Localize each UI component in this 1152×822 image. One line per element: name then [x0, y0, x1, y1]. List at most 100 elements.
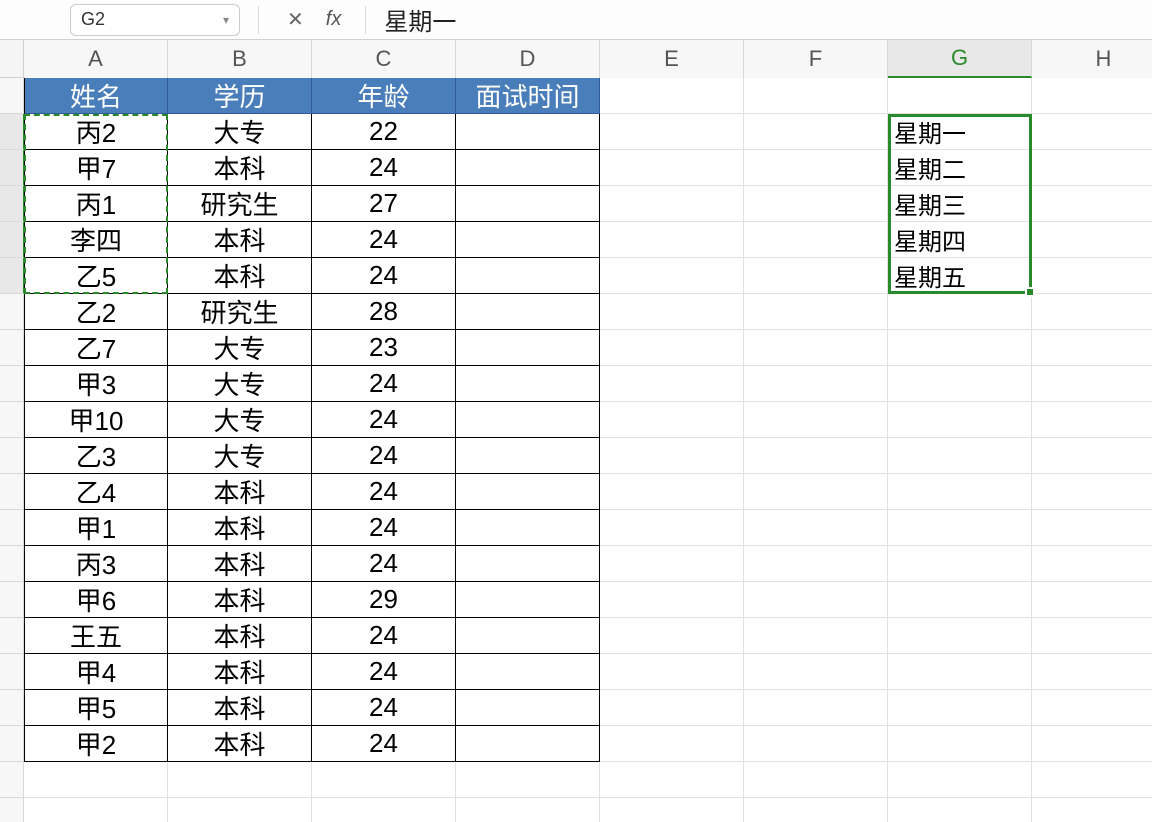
fx-label[interactable]: fx [326, 8, 342, 31]
cell[interactable] [744, 438, 888, 474]
cell[interactable] [456, 438, 600, 474]
cell[interactable]: 研究生 [168, 294, 312, 330]
row-header[interactable] [0, 330, 24, 366]
cell[interactable]: 星期五 [888, 258, 1032, 294]
cell[interactable] [1032, 438, 1152, 474]
cell[interactable]: 本科 [168, 690, 312, 726]
cell[interactable]: 大专 [168, 330, 312, 366]
cell[interactable] [1032, 258, 1152, 294]
cell[interactable] [456, 294, 600, 330]
cell[interactable] [456, 402, 600, 438]
row-header[interactable] [0, 222, 25, 258]
cell[interactable] [888, 294, 1032, 330]
cell[interactable]: 丙3 [24, 546, 168, 582]
cell[interactable] [456, 762, 600, 798]
cell[interactable] [744, 330, 888, 366]
cell[interactable] [600, 186, 744, 222]
cell[interactable] [456, 222, 600, 258]
cell[interactable] [600, 402, 744, 438]
cell[interactable]: 24 [312, 690, 456, 726]
cell[interactable]: 本科 [168, 474, 312, 510]
cell[interactable] [600, 222, 744, 258]
cell[interactable] [1032, 798, 1152, 822]
column-header[interactable]: H [1032, 40, 1152, 78]
cell[interactable] [456, 474, 600, 510]
row-header[interactable] [0, 294, 24, 330]
cell[interactable] [744, 114, 888, 150]
cell[interactable]: 甲5 [24, 690, 168, 726]
row-header[interactable] [0, 798, 24, 822]
cell[interactable] [168, 798, 312, 822]
cell[interactable] [1032, 474, 1152, 510]
cell[interactable] [1032, 330, 1152, 366]
cell[interactable] [600, 798, 744, 822]
select-all-corner[interactable] [0, 40, 24, 78]
row-header[interactable] [0, 726, 24, 762]
cell[interactable]: 24 [312, 366, 456, 402]
cell[interactable] [456, 330, 600, 366]
cell[interactable]: 乙7 [24, 330, 168, 366]
cell[interactable] [888, 798, 1032, 822]
cell[interactable]: 甲7 [24, 150, 168, 186]
cell[interactable] [1032, 618, 1152, 654]
cell[interactable] [744, 546, 888, 582]
cell[interactable]: 本科 [168, 654, 312, 690]
column-header[interactable]: B [168, 40, 312, 78]
cell[interactable]: 甲4 [24, 654, 168, 690]
cell[interactable]: 星期三 [888, 186, 1032, 222]
cell[interactable] [600, 78, 744, 114]
cell[interactable]: 学历 [168, 78, 312, 114]
cell[interactable] [456, 582, 600, 618]
cell[interactable]: 24 [312, 510, 456, 546]
cell[interactable] [888, 366, 1032, 402]
cell[interactable] [456, 186, 600, 222]
cell[interactable] [600, 690, 744, 726]
cells-area[interactable]: 姓名学历年龄面试时间丙2大专22星期一甲7本科24星期二丙1研究生27星期三李四… [24, 78, 1152, 822]
cell[interactable] [744, 726, 888, 762]
cell[interactable]: 28 [312, 294, 456, 330]
cell[interactable]: 乙5 [24, 258, 168, 294]
row-header[interactable] [0, 258, 25, 294]
cell[interactable] [1032, 186, 1152, 222]
cell[interactable] [456, 114, 600, 150]
cell[interactable]: 研究生 [168, 186, 312, 222]
row-header[interactable] [0, 474, 24, 510]
name-box[interactable]: G2 ▾ [70, 4, 240, 36]
cell[interactable]: 本科 [168, 726, 312, 762]
cell[interactable] [1032, 366, 1152, 402]
row-header[interactable] [0, 690, 24, 726]
cell[interactable] [600, 114, 744, 150]
cell[interactable] [888, 510, 1032, 546]
cell[interactable]: 甲3 [24, 366, 168, 402]
cell[interactable] [888, 654, 1032, 690]
cell[interactable] [600, 618, 744, 654]
cell[interactable] [456, 618, 600, 654]
cell[interactable]: 乙4 [24, 474, 168, 510]
row-header[interactable] [0, 582, 24, 618]
cell[interactable]: 本科 [168, 582, 312, 618]
row-header[interactable] [0, 762, 24, 798]
cell[interactable]: 乙3 [24, 438, 168, 474]
row-header[interactable] [0, 438, 24, 474]
cell[interactable] [888, 690, 1032, 726]
cell[interactable] [744, 366, 888, 402]
cell[interactable] [600, 546, 744, 582]
cell[interactable]: 本科 [168, 150, 312, 186]
cell[interactable] [1032, 150, 1152, 186]
cell[interactable]: 29 [312, 582, 456, 618]
cell[interactable] [888, 402, 1032, 438]
cell[interactable] [1032, 654, 1152, 690]
cell[interactable] [888, 474, 1032, 510]
cell[interactable] [1032, 510, 1152, 546]
cell[interactable] [456, 726, 600, 762]
cell[interactable] [744, 258, 888, 294]
cell[interactable] [888, 762, 1032, 798]
cell[interactable] [456, 510, 600, 546]
column-header[interactable]: F [744, 40, 888, 78]
cell[interactable] [888, 546, 1032, 582]
cell[interactable]: 本科 [168, 258, 312, 294]
column-header[interactable]: E [600, 40, 744, 78]
cell[interactable] [1032, 222, 1152, 258]
cell[interactable]: 本科 [168, 618, 312, 654]
cell[interactable]: 丙1 [24, 186, 168, 222]
